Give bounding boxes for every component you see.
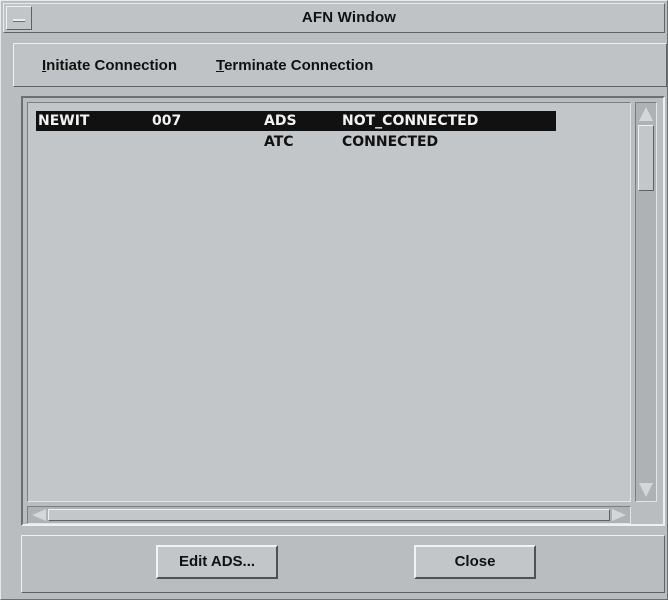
type-cell: ADS xyxy=(264,113,297,129)
scroll-down-arrow-icon[interactable] xyxy=(639,483,653,497)
menu-initiate-label: nitiate Connection xyxy=(46,57,178,74)
number-cell: 007 xyxy=(152,113,182,129)
type-cell: ATC xyxy=(264,134,294,150)
scroll-right-arrow-icon[interactable] xyxy=(612,509,626,521)
window-menu-icon xyxy=(13,19,25,22)
connection-list[interactable]: NEWIT 007 ADS NOT_CONNECTED ATC CONNECTE… xyxy=(27,102,631,502)
button-bar: Edit ADS... Close xyxy=(21,535,665,593)
vertical-scroll-thumb[interactable] xyxy=(638,125,654,191)
connection-row[interactable]: ATC CONNECTED xyxy=(36,132,556,152)
menu-bar: Initiate Connection Terminate Connection xyxy=(13,43,667,87)
afn-window: AFN Window Initiate Connection Terminate… xyxy=(0,0,668,600)
horizontal-scrollbar[interactable] xyxy=(27,506,631,524)
status-cell: CONNECTED xyxy=(342,134,439,150)
window-title: AFN Window xyxy=(301,9,397,26)
horizontal-scroll-thumb[interactable] xyxy=(48,509,610,521)
scroll-up-arrow-icon[interactable] xyxy=(639,107,653,121)
menu-terminate-mnemonic: T xyxy=(216,57,225,74)
menu-terminate-label: erminate Connection xyxy=(224,57,374,74)
callsign-cell: NEWIT xyxy=(38,113,90,129)
connection-list-panel: NEWIT 007 ADS NOT_CONNECTED ATC CONNECTE… xyxy=(21,96,665,526)
status-cell: NOT_CONNECTED xyxy=(342,113,479,129)
edit-ads-button[interactable]: Edit ADS... xyxy=(156,545,278,579)
scroll-left-arrow-icon[interactable] xyxy=(32,509,46,521)
title-bar[interactable]: AFN Window xyxy=(3,3,665,33)
connection-row[interactable]: NEWIT 007 ADS NOT_CONNECTED xyxy=(36,111,556,131)
vertical-scrollbar[interactable] xyxy=(635,102,657,502)
window-menu-button[interactable] xyxy=(6,6,32,30)
menu-initiate-connection[interactable]: Initiate Connection xyxy=(42,54,177,78)
close-button[interactable]: Close xyxy=(414,545,536,579)
menu-terminate-connection[interactable]: Terminate Connection xyxy=(216,54,373,78)
